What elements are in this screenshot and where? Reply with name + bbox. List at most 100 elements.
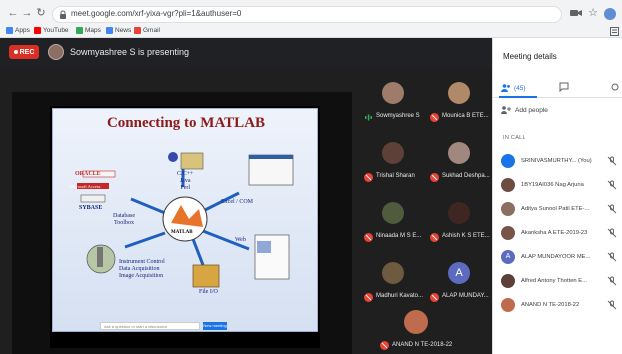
excel-com-label: Excel / COM bbox=[221, 199, 253, 205]
matlab-label: MATLAB bbox=[171, 230, 193, 235]
meeting-stage: REC Sowmyashree S is presenting Connecti… bbox=[0, 38, 492, 354]
participant-name: Mounica B ETE... bbox=[442, 113, 489, 119]
presented-slide: Connecting to MATLAB ORACLE Microsoft Ac… bbox=[52, 108, 318, 332]
mic-off-icon bbox=[430, 293, 439, 302]
participant-name: Ashish K S ETE... bbox=[442, 233, 490, 239]
profile-avatar[interactable] bbox=[604, 8, 616, 20]
featured-avatar bbox=[404, 310, 428, 334]
access-label: Microsoft Access bbox=[69, 184, 101, 189]
participant-tile[interactable]: Mounica B ETE... bbox=[428, 76, 492, 128]
participant-row[interactable]: Akanksha A ETE-2019-23 bbox=[493, 222, 622, 246]
instrument-label: Instrument Control Data Acquisition Imag… bbox=[119, 259, 165, 279]
reload-icon[interactable]: ↻ bbox=[34, 6, 48, 20]
participant-row[interactable]: SRINIVASMURTHY... (You) bbox=[493, 150, 622, 174]
tab-people[interactable]: (45) bbox=[501, 80, 526, 96]
bookmark-maps[interactable]: Maps bbox=[76, 27, 101, 34]
avatar bbox=[501, 154, 515, 168]
participant-tile[interactable]: Sukhad Deshpa... bbox=[428, 136, 492, 188]
active-tab-indicator bbox=[499, 96, 537, 98]
slide-search-box: Ask a question or start a discussion bbox=[100, 322, 200, 330]
bookmark-news[interactable]: News bbox=[106, 27, 131, 34]
activities-icon[interactable] bbox=[611, 82, 619, 92]
recording-badge: REC bbox=[9, 45, 39, 59]
file-io-label: File I/O bbox=[199, 289, 218, 295]
participant-tile[interactable]: Trishal Sharan bbox=[362, 136, 426, 188]
participant-row[interactable]: A ALAP MUNDAYOOR ME... bbox=[493, 246, 622, 270]
participant-name: Madhuri Kavato... bbox=[376, 293, 424, 299]
mic-off-icon[interactable] bbox=[607, 228, 617, 238]
participant-tile[interactable]: Ninaada M S E... bbox=[362, 196, 426, 248]
avatar bbox=[501, 178, 515, 192]
navigation-bar: ← → ↻ meet.google.com/xrf-yixa-vgr?pli=1… bbox=[0, 4, 622, 24]
youtube-icon bbox=[34, 27, 41, 34]
participant-name: Akanksha A ETE-2019-23 bbox=[521, 230, 588, 236]
participant-tile[interactable]: Ashish K S ETE... bbox=[428, 196, 492, 248]
forward-arrow-icon[interactable]: → bbox=[20, 6, 34, 20]
participant-tile[interactable]: Sowmyashree S bbox=[362, 76, 426, 128]
browser-chrome: ← → ↻ meet.google.com/xrf-yixa-vgr?pli=1… bbox=[0, 0, 622, 38]
bookmark-label: YouTube bbox=[43, 27, 69, 34]
bookmark-star-icon[interactable]: ☆ bbox=[586, 6, 600, 20]
languages-label: C/C++ Java Perl bbox=[177, 171, 194, 191]
avatar: A bbox=[501, 250, 515, 264]
participant-name: 1BY19AI036 Nag Arjuna bbox=[521, 182, 584, 188]
participant-name: SRINIVASMURTHY... (You) bbox=[521, 158, 592, 164]
avatar bbox=[501, 298, 515, 312]
avatar bbox=[501, 202, 515, 216]
mic-off-icon[interactable] bbox=[607, 180, 617, 190]
news-icon bbox=[106, 27, 113, 34]
participant-row[interactable]: Alfred Antony Thotten E... bbox=[493, 270, 622, 294]
participant-row[interactable]: Aditya Sunool Patil ETE-... bbox=[493, 198, 622, 222]
participant-name: ANAND N TE-2018-22 bbox=[392, 342, 453, 348]
address-bar[interactable]: meet.google.com/xrf-yixa-vgr?pli=1&authu… bbox=[52, 6, 562, 23]
avatar bbox=[382, 82, 404, 104]
bookmark-apps[interactable]: Apps bbox=[6, 27, 30, 34]
mic-off-icon[interactable] bbox=[607, 300, 617, 310]
audio-level-icon bbox=[365, 114, 372, 121]
presenter-status: Sowmyashree S is presenting bbox=[70, 47, 190, 57]
camera-indicator-icon[interactable] bbox=[570, 8, 582, 18]
bookmark-youtube[interactable]: YouTube bbox=[34, 27, 69, 34]
avatar bbox=[448, 142, 470, 164]
add-people-button[interactable]: Add people bbox=[501, 106, 548, 114]
add-person-icon bbox=[501, 106, 511, 114]
participant-tile[interactable]: A ALAP MUNDAY... bbox=[428, 256, 492, 308]
chat-icon[interactable] bbox=[559, 82, 569, 92]
apps-grid-icon bbox=[6, 27, 13, 34]
bookmark-label: News bbox=[115, 27, 132, 34]
presenter-avatar bbox=[48, 44, 64, 60]
url-text: meet.google.com/xrf-yixa-vgr?pli=1&authu… bbox=[71, 9, 242, 18]
participant-name: Trishal Sharan bbox=[376, 173, 415, 179]
bookmark-label: Maps bbox=[85, 27, 101, 34]
mic-off-icon[interactable] bbox=[607, 252, 617, 262]
slide-diagram bbox=[77, 152, 294, 288]
people-count: (45) bbox=[514, 84, 526, 92]
participant-name: Alfred Antony Thotten E... bbox=[521, 278, 587, 284]
participant-name: Sowmyashree S bbox=[376, 113, 420, 119]
participant-name: ANAND N TE-2018-22 bbox=[521, 302, 580, 308]
avatar bbox=[382, 262, 404, 284]
recording-label: REC bbox=[19, 48, 35, 56]
participant-name: ALAP MUNDAY... bbox=[442, 293, 489, 299]
participant-row[interactable]: ANAND N TE-2018-22 bbox=[493, 294, 622, 318]
mic-off-icon[interactable] bbox=[607, 156, 617, 166]
sybase-label: SYBASE bbox=[79, 205, 103, 211]
add-people-label: Add people bbox=[515, 106, 548, 114]
mic-off-icon[interactable] bbox=[607, 204, 617, 214]
back-arrow-icon[interactable]: ← bbox=[6, 6, 20, 20]
participant-row[interactable]: 1BY19AI036 Nag Arjuna bbox=[493, 174, 622, 198]
meeting-details-panel: Meeting details (45) Add people IN CALL … bbox=[492, 38, 622, 354]
panel-title: Meeting details bbox=[503, 52, 557, 61]
database-toolbox-label: Database Toolbox bbox=[113, 213, 135, 226]
gmail-icon bbox=[134, 27, 141, 34]
mic-off-icon[interactable] bbox=[607, 276, 617, 286]
mic-off-icon bbox=[364, 173, 373, 182]
bookmark-gmail[interactable]: Gmail bbox=[134, 27, 160, 34]
avatar bbox=[501, 274, 515, 288]
reading-list-icon[interactable] bbox=[610, 27, 619, 36]
participant-tile[interactable]: Madhuri Kavato... bbox=[362, 256, 426, 308]
participant-name: Aditya Sunool Patil ETE-... bbox=[521, 206, 590, 212]
participant-name: Sukhad Deshpa... bbox=[442, 173, 490, 179]
record-dot-icon bbox=[13, 50, 18, 54]
featured-participant[interactable]: ANAND N TE-2018-22 bbox=[380, 338, 468, 354]
